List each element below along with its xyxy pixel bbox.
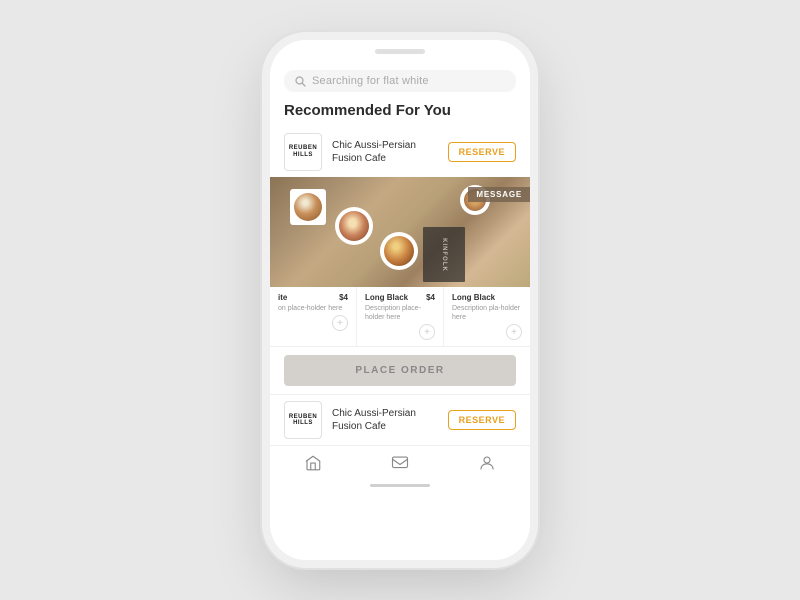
- nav-messages[interactable]: [391, 454, 409, 472]
- add-button-1[interactable]: +: [419, 324, 435, 340]
- coffee-image-area: KINFOLK MESSAGE: [270, 177, 530, 287]
- coffee-magazine: KINFOLK: [423, 227, 465, 282]
- coffee-cup-latte: [335, 207, 377, 249]
- nav-profile[interactable]: [478, 454, 496, 472]
- logo-line2-2: HILLS: [293, 420, 313, 427]
- search-bar-container: Searching for flat white: [270, 62, 530, 98]
- menu-item-name-0: ite: [278, 293, 287, 302]
- place-order-button[interactable]: PLACE ORDER: [284, 355, 516, 386]
- messages-icon: [391, 454, 409, 472]
- section-title: Recommended For You: [270, 98, 530, 127]
- home-indicator: [270, 478, 530, 492]
- bottom-nav: [270, 445, 530, 478]
- menu-item-name-2: Long Black: [452, 293, 495, 302]
- menu-item-desc-1: Description place-holder here: [365, 304, 435, 322]
- menu-item-1: Long Black $4 Description place-holder h…: [357, 287, 444, 346]
- add-button-0[interactable]: +: [332, 315, 348, 331]
- menu-item-desc-0: on place-holder here: [278, 304, 348, 313]
- menu-item-price-0: $4: [339, 293, 348, 302]
- menu-item-price-1: $4: [426, 293, 435, 302]
- home-icon: [304, 454, 322, 472]
- nav-home[interactable]: [304, 454, 322, 472]
- coffee-cup-bottom: [380, 232, 418, 270]
- menu-item-2: Long Black Description pla-holder here +: [444, 287, 530, 346]
- menu-item-0: ite $4 on place-holder here +: [270, 287, 357, 346]
- menu-items-row: ite $4 on place-holder here + Long Black…: [270, 287, 530, 347]
- restaurant-card-2: REUBEN HILLS Chic Aussi-Persian Fusion C…: [270, 394, 530, 445]
- coffee-cup-white: [290, 189, 326, 225]
- reserve-button-1[interactable]: RESERVE: [448, 142, 516, 162]
- restaurant-logo-1: REUBEN HILLS: [284, 133, 322, 171]
- menu-item-name-1: Long Black: [365, 293, 408, 302]
- reserve-button-2[interactable]: RESERVE: [448, 410, 516, 430]
- logo-line2-1: HILLS: [293, 152, 313, 159]
- restaurant-info-1: Chic Aussi-Persian Fusion Cafe: [332, 139, 438, 165]
- restaurant-card-1: REUBEN HILLS Chic Aussi-Persian Fusion C…: [270, 127, 530, 177]
- phone-notch: [270, 40, 530, 62]
- phone-screen: Searching for flat white Recommended For…: [270, 62, 530, 560]
- home-indicator-bar: [370, 484, 430, 487]
- search-icon: [294, 75, 306, 87]
- restaurant-logo-2: REUBEN HILLS: [284, 401, 322, 439]
- message-badge[interactable]: MESSAGE: [468, 187, 530, 202]
- logo-line1-2: REUBEN: [289, 414, 317, 421]
- profile-icon: [478, 454, 496, 472]
- phone-speaker: [375, 49, 425, 54]
- search-placeholder-text: Searching for flat white: [312, 75, 429, 87]
- logo-line1-1: REUBEN: [289, 145, 317, 152]
- menu-item-desc-2: Description pla-holder here: [452, 304, 522, 322]
- restaurant-description-2: Chic Aussi-Persian Fusion Cafe: [332, 407, 438, 433]
- phone-frame: Searching for flat white Recommended For…: [270, 40, 530, 560]
- add-button-2[interactable]: +: [506, 324, 522, 340]
- restaurant-info-2: Chic Aussi-Persian Fusion Cafe: [332, 407, 438, 433]
- restaurant-description-1: Chic Aussi-Persian Fusion Cafe: [332, 139, 438, 165]
- search-input-wrapper[interactable]: Searching for flat white: [284, 70, 516, 92]
